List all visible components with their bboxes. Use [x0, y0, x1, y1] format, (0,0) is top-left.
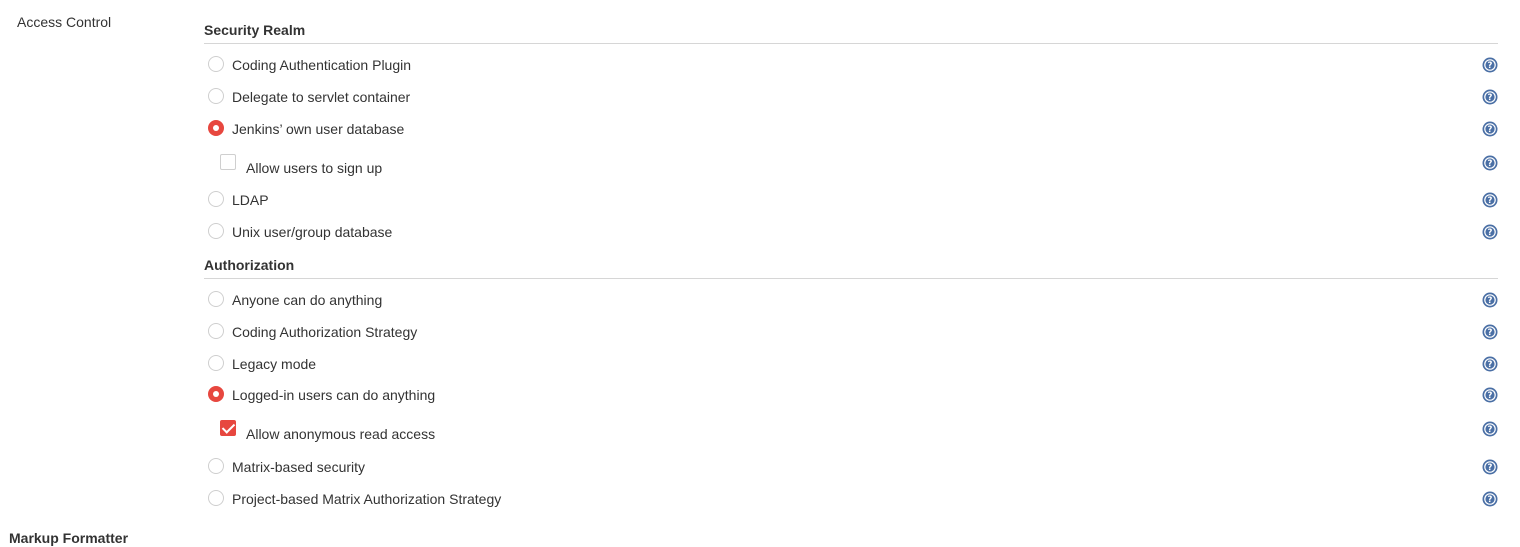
auth-option-anyone[interactable]: Anyone can do anything ?: [208, 288, 1498, 312]
checkbox-label: Allow users to sign up: [246, 160, 383, 176]
realm-option-label: Delegate to servlet container: [232, 89, 411, 105]
auth-allow-anonymous-read[interactable]: Allow anonymous read access ?: [220, 419, 1498, 443]
help-icon[interactable]: ?: [1482, 292, 1498, 308]
security-realm-title: Security Realm: [204, 22, 306, 38]
realm-option-coding-auth[interactable]: Coding Authentication Plugin ?: [208, 53, 1498, 77]
svg-text:?: ?: [1488, 296, 1493, 306]
checkbox-allow-signup[interactable]: [220, 154, 236, 170]
auth-option-logged-in[interactable]: Logged-in users can do anything ?: [208, 383, 1498, 407]
realm-option-jenkins-db[interactable]: Jenkins’ own user database ?: [208, 117, 1498, 141]
radio-coding-strategy[interactable]: [208, 323, 224, 339]
auth-option-label: Legacy mode: [232, 356, 317, 372]
authorization-title: Authorization: [204, 257, 295, 273]
help-icon[interactable]: ?: [1482, 224, 1498, 240]
auth-option-coding[interactable]: Coding Authorization Strategy ?: [208, 320, 1498, 344]
realm-allow-signup[interactable]: Allow users to sign up ?: [220, 153, 1498, 177]
auth-option-label: Matrix-based security: [232, 459, 366, 475]
realm-option-label: Unix user/group database: [232, 224, 393, 240]
svg-text:?: ?: [1488, 391, 1493, 401]
svg-text:?: ?: [1488, 61, 1493, 71]
realm-option-servlet[interactable]: Delegate to servlet container ?: [208, 85, 1498, 109]
realm-option-ldap[interactable]: LDAP ?: [208, 188, 1498, 212]
auth-option-matrix[interactable]: Matrix-based security ?: [208, 455, 1498, 479]
realm-option-label: Jenkins’ own user database: [232, 121, 405, 137]
realm-option-unix[interactable]: Unix user/group database ?: [208, 220, 1498, 244]
access-control-page: Access Control Security Realm Coding Aut…: [0, 0, 1520, 547]
svg-text:?: ?: [1488, 463, 1493, 473]
radio-logged-in[interactable]: [208, 386, 224, 402]
section-label-markup-formatter: Markup Formatter: [9, 530, 129, 546]
auth-option-legacy[interactable]: Legacy mode ?: [208, 352, 1498, 376]
radio-servlet[interactable]: [208, 88, 224, 104]
realm-option-label: LDAP: [232, 192, 269, 208]
help-icon[interactable]: ?: [1482, 356, 1498, 372]
svg-text:?: ?: [1488, 228, 1493, 238]
auth-option-project-matrix[interactable]: Project-based Matrix Authorization Strat…: [208, 487, 1498, 511]
auth-option-label: Logged-in users can do anything: [232, 387, 436, 403]
auth-option-label: Coding Authorization Strategy: [232, 324, 418, 340]
authorization-divider: [204, 278, 1498, 279]
checkbox-allow-anonymous-read[interactable]: [220, 420, 236, 436]
help-icon[interactable]: ?: [1482, 459, 1498, 475]
help-icon[interactable]: ?: [1482, 421, 1498, 437]
radio-coding-auth[interactable]: [208, 56, 224, 72]
svg-text:?: ?: [1488, 425, 1493, 435]
realm-option-label: Coding Authentication Plugin: [232, 57, 412, 73]
radio-anyone[interactable]: [208, 291, 224, 307]
radio-ldap[interactable]: [208, 191, 224, 207]
svg-text:?: ?: [1488, 196, 1493, 206]
help-icon[interactable]: ?: [1482, 192, 1498, 208]
help-icon[interactable]: ?: [1482, 387, 1498, 403]
section-label-access-control: Access Control: [17, 14, 112, 30]
radio-project-matrix[interactable]: [208, 490, 224, 506]
auth-option-label: Anyone can do anything: [232, 292, 383, 308]
help-icon[interactable]: ?: [1482, 491, 1498, 507]
help-icon[interactable]: ?: [1482, 155, 1498, 171]
radio-matrix[interactable]: [208, 458, 224, 474]
svg-text:?: ?: [1488, 93, 1493, 103]
svg-text:?: ?: [1488, 328, 1493, 338]
radio-unix[interactable]: [208, 223, 224, 239]
help-icon[interactable]: ?: [1482, 89, 1498, 105]
radio-jenkins-db[interactable]: [208, 120, 224, 136]
help-icon[interactable]: ?: [1482, 57, 1498, 73]
svg-text:?: ?: [1488, 360, 1493, 370]
svg-text:?: ?: [1488, 125, 1493, 135]
svg-text:?: ?: [1488, 495, 1493, 505]
help-icon[interactable]: ?: [1482, 121, 1498, 137]
radio-legacy[interactable]: [208, 355, 224, 371]
help-icon[interactable]: ?: [1482, 324, 1498, 340]
auth-option-label: Project-based Matrix Authorization Strat…: [232, 491, 502, 507]
security-realm-divider: [204, 43, 1498, 44]
checkbox-label: Allow anonymous read access: [246, 426, 436, 442]
svg-text:?: ?: [1488, 159, 1493, 169]
